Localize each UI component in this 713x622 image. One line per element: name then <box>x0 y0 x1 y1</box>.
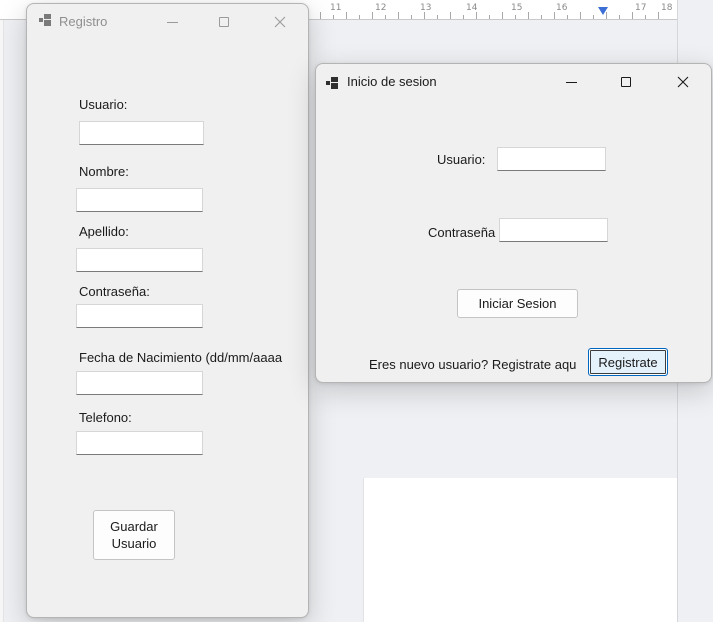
registro-nombre-input[interactable] <box>76 188 203 212</box>
ruler-tick <box>463 15 464 19</box>
ruler-tick <box>502 12 503 19</box>
ruler-tick <box>333 15 334 19</box>
ruler-number: 11 <box>330 3 342 13</box>
login-title: Inicio de sesion <box>347 74 437 89</box>
ruler-number: 15 <box>511 3 523 13</box>
ruler-tick <box>398 12 399 19</box>
ruler-tick <box>450 12 451 19</box>
document-page <box>363 478 677 622</box>
nombre-label: Nombre: <box>79 164 129 179</box>
minimize-icon[interactable] <box>155 8 189 36</box>
registro-usuario-input[interactable] <box>79 121 204 145</box>
ruler-tick <box>515 15 516 19</box>
ruler-number: 16 <box>556 3 568 13</box>
contrasena-label: Contraseña: <box>79 284 150 299</box>
registro-window: Registro Usuario: Nombre: Apellido: Cont… <box>26 3 309 618</box>
ruler-tick <box>424 12 425 19</box>
registro-apellido-input[interactable] <box>76 248 203 272</box>
login-usuario-label: Usuario: <box>437 152 486 167</box>
close-icon[interactable] <box>263 8 297 36</box>
ruler-tick <box>489 15 490 19</box>
ruler-number: 18 <box>661 3 673 13</box>
ruler-tick <box>593 15 594 19</box>
ruler-tick <box>554 12 555 19</box>
fecha-nacimiento-label: Fecha de Nacimiento (dd/mm/aaaa <box>79 350 283 365</box>
ruler-tick <box>567 15 568 19</box>
apellido-label: Apellido: <box>79 224 129 239</box>
iniciar-sesion-button[interactable]: Iniciar Sesion <box>457 289 578 318</box>
login-contrasena-label: Contraseña <box>428 225 496 240</box>
ruler-number: 13 <box>420 3 432 13</box>
ruler-tick <box>385 15 386 19</box>
ruler-tick <box>658 12 659 19</box>
ruler-tick <box>476 12 477 19</box>
ruler-number: 12 <box>375 3 387 13</box>
app-window-icon <box>39 14 51 26</box>
ruler-tick <box>632 12 633 19</box>
login-contrasena-input[interactable] <box>499 218 608 242</box>
ruler-tick <box>541 15 542 19</box>
login-titlebar[interactable]: Inicio de sesion <box>316 64 711 92</box>
usuario-label: Usuario: <box>79 97 128 112</box>
ruler-tick <box>320 12 321 19</box>
ruler-tick <box>437 15 438 19</box>
ruler-tick <box>606 12 607 19</box>
ruler-tick <box>359 15 360 19</box>
ruler-tick <box>619 15 620 19</box>
registro-telefono-input[interactable] <box>76 431 203 455</box>
ruler-tick <box>645 15 646 19</box>
login-usuario-input[interactable] <box>497 147 606 171</box>
app-window-icon <box>326 77 338 89</box>
registro-fecha-input[interactable] <box>76 371 203 395</box>
ruler-tick <box>580 12 581 19</box>
ruler-tick <box>372 12 373 19</box>
close-icon[interactable] <box>666 68 700 96</box>
guardar-usuario-button[interactable]: Guardar Usuario <box>93 510 175 560</box>
ruler-tick <box>528 12 529 19</box>
register-prompt-text: Eres nuevo usuario? Registrate aqu <box>369 357 577 372</box>
registrate-button[interactable]: Registrate <box>588 348 668 376</box>
telefono-label: Telefono: <box>79 410 132 425</box>
minimize-icon[interactable] <box>554 68 588 96</box>
inicio-sesion-window: Inicio de sesion Usuario: Contraseña Ini… <box>315 63 712 383</box>
registro-title: Registro <box>59 14 108 29</box>
registro-titlebar[interactable]: Registro <box>27 4 308 32</box>
maximize-icon[interactable] <box>207 8 241 36</box>
maximize-icon[interactable] <box>609 68 643 96</box>
editor-left-edge <box>0 0 4 622</box>
registro-contrasena-input[interactable] <box>76 304 203 328</box>
ruler-tick <box>346 12 347 19</box>
ruler-number: 17 <box>635 3 647 13</box>
ruler-tick <box>411 15 412 19</box>
